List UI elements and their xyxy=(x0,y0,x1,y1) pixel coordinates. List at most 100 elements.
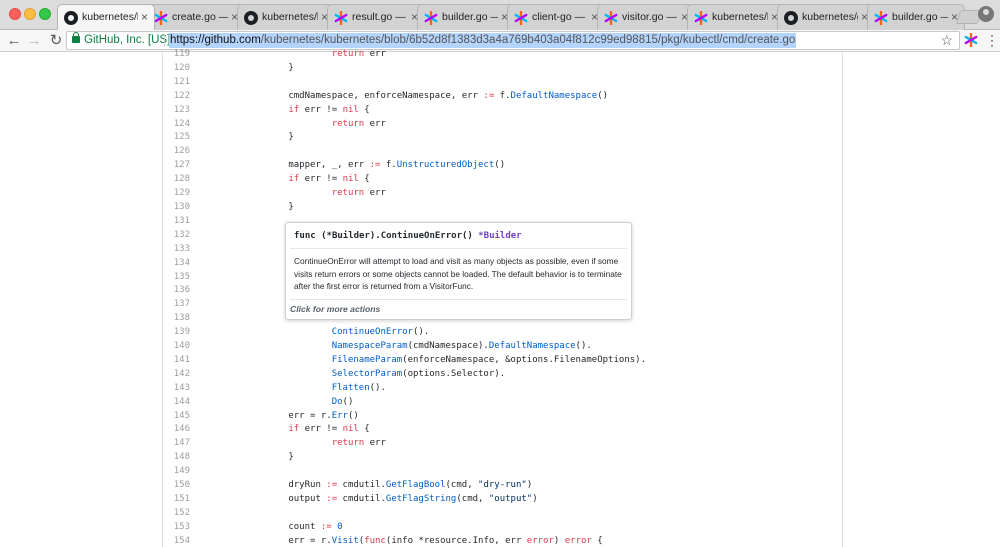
line-number[interactable]: 134 xyxy=(163,257,190,271)
code-line: 127 mapper, _, err := f.UnstructuredObje… xyxy=(163,159,842,173)
code-identifier[interactable]: GetFlagBool xyxy=(386,480,446,490)
line-number[interactable]: 137 xyxy=(163,298,190,312)
code-identifier[interactable]: NamespaceParam xyxy=(332,341,408,351)
code-text: cmdutil. xyxy=(337,494,386,504)
tab-title: kubernetes/g xyxy=(802,11,858,23)
line-number[interactable]: 139 xyxy=(163,326,190,340)
line-number[interactable]: 136 xyxy=(163,284,190,298)
browser-tab[interactable]: create.go — k× xyxy=(147,4,245,30)
profile-icon[interactable] xyxy=(978,6,994,22)
code-line: 151 output := cmdutil.GetFlagString(cmd,… xyxy=(163,493,842,507)
line-number[interactable]: 131 xyxy=(163,215,190,229)
line-number[interactable]: 119 xyxy=(163,48,190,62)
line-code: dryRun := cmdutil.GetFlagBool(cmd, "dry-… xyxy=(245,479,532,493)
browser-tab[interactable]: builder.go — k× xyxy=(417,4,515,30)
line-number[interactable]: 120 xyxy=(163,62,190,76)
back-arrow-icon[interactable]: ← xyxy=(4,31,24,51)
github-blob-page: 119 return err 120 } 121 122 cmdNamespace, … xyxy=(0,49,1000,547)
code-keyword: func xyxy=(364,535,386,546)
browser-tab[interactable]: kubernetes/k × xyxy=(237,4,335,30)
code-string: "dry-run" xyxy=(478,480,527,491)
line-code: return err xyxy=(245,187,386,201)
line-number[interactable]: 142 xyxy=(163,368,190,382)
code-text: ) xyxy=(526,480,533,491)
line-number[interactable]: 141 xyxy=(163,354,190,368)
code-text: f. xyxy=(380,160,397,171)
line-number[interactable]: 144 xyxy=(163,396,190,410)
tooltip-signature: func (*Builder).ContinueOnError() *Build… xyxy=(294,231,522,241)
tooltip-more-actions-link[interactable]: Click for more actions xyxy=(290,304,380,314)
reload-icon[interactable]: ↻ xyxy=(46,31,66,51)
browser-tab[interactable]: visitor.go — k× xyxy=(597,4,695,30)
url-text[interactable]: https://github.com/kubernetes/kubernetes… xyxy=(169,33,797,48)
line-number[interactable]: 123 xyxy=(163,104,190,118)
browser-tab[interactable]: client-go — k × xyxy=(507,4,605,30)
line-number[interactable]: 135 xyxy=(163,271,190,285)
browser-tab[interactable]: kubernetes/g × xyxy=(777,4,875,30)
browser-tab[interactable]: kubernetes/k × xyxy=(687,4,785,30)
code-identifier[interactable]: Do xyxy=(332,397,343,407)
line-number[interactable]: 122 xyxy=(163,90,190,104)
code-identifier[interactable]: UnstructuredObject xyxy=(397,160,495,170)
line-number[interactable]: 132 xyxy=(163,229,190,243)
line-number[interactable]: 146 xyxy=(163,423,190,437)
window-close-button[interactable] xyxy=(9,8,21,20)
code-text: (enforceNamespace, &options.FilenameOpti… xyxy=(402,354,646,365)
hover-tooltip[interactable]: func (*Builder).ContinueOnError() *Build… xyxy=(285,222,632,320)
line-number[interactable]: 121 xyxy=(163,76,190,90)
bookmark-star-icon[interactable]: ☆ xyxy=(940,32,953,49)
code-identifier[interactable]: Err xyxy=(332,411,348,421)
code-identifier[interactable]: SelectorParam xyxy=(332,369,402,379)
line-number[interactable]: 154 xyxy=(163,535,190,547)
tab-close-icon[interactable]: × xyxy=(141,10,148,24)
line-number[interactable]: 128 xyxy=(163,173,190,187)
line-number[interactable]: 126 xyxy=(163,145,190,159)
code-identifier[interactable]: GetFlagString xyxy=(386,494,456,504)
code-keyword: error xyxy=(526,535,554,546)
browser-tab[interactable]: kubernetes/k × xyxy=(57,4,155,30)
code-identifier[interactable]: FilenameParam xyxy=(332,355,402,365)
more-menu-icon[interactable]: ⋮ xyxy=(985,31,999,49)
sourcegraph-icon xyxy=(514,11,528,25)
code-identifier[interactable]: DefaultNamespace xyxy=(489,341,576,351)
browser-tab[interactable]: builder.go — k× xyxy=(867,4,965,30)
sourcegraph-extension-icon[interactable] xyxy=(964,33,978,47)
line-number[interactable]: 150 xyxy=(163,479,190,493)
code-text: } xyxy=(245,201,294,212)
line-number[interactable]: 149 xyxy=(163,465,190,479)
code-text: dryRun xyxy=(245,480,327,491)
forward-arrow-icon[interactable]: → xyxy=(24,31,44,51)
code-identifier[interactable]: ContinueOnError xyxy=(332,327,413,337)
line-number[interactable]: 143 xyxy=(163,382,190,396)
code-keyword: := xyxy=(320,521,332,532)
line-number[interactable]: 138 xyxy=(163,312,190,326)
line-number[interactable]: 152 xyxy=(163,507,190,521)
code-text: ) xyxy=(553,535,565,546)
line-number[interactable]: 140 xyxy=(163,340,190,354)
line-number[interactable]: 145 xyxy=(163,410,190,424)
line-number[interactable]: 151 xyxy=(163,493,190,507)
line-number[interactable]: 125 xyxy=(163,131,190,145)
line-number[interactable]: 153 xyxy=(163,521,190,535)
line-number[interactable]: 129 xyxy=(163,187,190,201)
code-identifier[interactable]: 0 xyxy=(337,522,342,532)
code-identifier[interactable]: Flatten xyxy=(332,383,370,393)
window-minimize-button[interactable] xyxy=(24,8,36,20)
line-number[interactable]: 148 xyxy=(163,451,190,465)
line-code: cmdNamespace, enforceNamespace, err := f… xyxy=(245,90,608,104)
code-text: { xyxy=(591,535,603,546)
line-number[interactable]: 133 xyxy=(163,243,190,257)
line-number[interactable]: 127 xyxy=(163,159,190,173)
sourcegraph-icon xyxy=(874,11,888,25)
line-number[interactable]: 124 xyxy=(163,118,190,132)
line-number[interactable]: 130 xyxy=(163,201,190,215)
browser-tab[interactable]: result.go — k × xyxy=(327,4,425,30)
code-identifier[interactable]: DefaultNamespace xyxy=(511,91,598,101)
line-number[interactable]: 147 xyxy=(163,437,190,451)
window-zoom-button[interactable] xyxy=(39,8,51,20)
code-identifier[interactable]: Visit xyxy=(332,536,359,546)
